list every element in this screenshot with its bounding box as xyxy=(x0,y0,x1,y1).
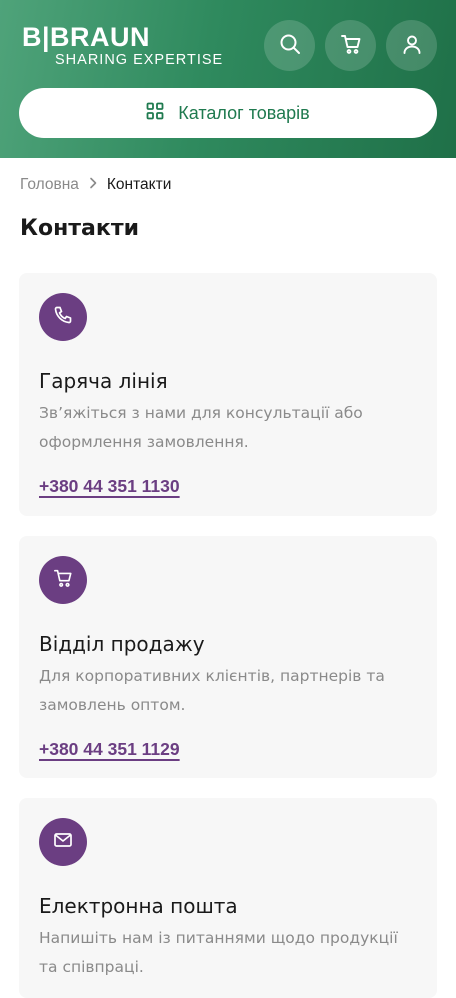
catalog-button[interactable]: Каталог товарів xyxy=(19,88,437,138)
card-title: Електронна пошта xyxy=(39,894,238,918)
cart-icon-badge xyxy=(39,556,87,604)
grid-icon xyxy=(146,102,164,124)
phone-link[interactable]: +380 44 351 1129 xyxy=(39,739,180,760)
cart-icon xyxy=(53,568,73,592)
mail-icon xyxy=(53,830,73,854)
cart-button[interactable] xyxy=(325,20,376,71)
page-title: Контакти xyxy=(20,216,139,241)
phone-link[interactable]: +380 44 351 1130 xyxy=(39,476,180,497)
search-icon xyxy=(279,33,301,59)
card-description: Зв’яжіться з нами для консультації або о… xyxy=(39,404,363,451)
card-title: Відділ продажу xyxy=(39,632,205,656)
breadcrumb-home-link[interactable]: Головна xyxy=(20,176,79,194)
account-button[interactable] xyxy=(386,20,437,71)
bbraun-logo[interactable]: B|BRAUN SHARING EXPERTISE xyxy=(22,22,223,68)
logo-wordmark: B|BRAUN xyxy=(22,22,151,52)
catalog-label: Каталог товарів xyxy=(178,102,310,123)
contact-card-sales: Відділ продажу Для корпоративних клієнті… xyxy=(19,536,437,778)
cart-icon xyxy=(340,33,362,59)
contact-card-email: Електронна пошта Напишіть нам із питання… xyxy=(19,798,437,998)
breadcrumb: Головна Контакти xyxy=(20,175,171,195)
card-title: Гаряча лінія xyxy=(39,369,168,393)
user-icon xyxy=(401,33,423,59)
logo-tagline: SHARING EXPERTISE xyxy=(55,52,224,68)
mail-icon-badge xyxy=(39,818,87,866)
contact-card-hotline: Гаряча лінія Зв’яжіться з нами для консу… xyxy=(19,273,437,516)
card-description: Напишіть нам із питаннями щодо продукції… xyxy=(39,929,398,976)
breadcrumb-current: Контакти xyxy=(106,176,172,193)
phone-icon xyxy=(53,305,73,329)
phone-icon-badge xyxy=(39,293,87,341)
site-header: B|BRAUN SHARING EXPERTISE Каталог товарі… xyxy=(0,0,456,158)
chevron-right-icon xyxy=(89,176,97,194)
search-button[interactable] xyxy=(264,20,315,71)
card-description: Для корпоративних клієнтів, партнерів та… xyxy=(39,667,385,714)
